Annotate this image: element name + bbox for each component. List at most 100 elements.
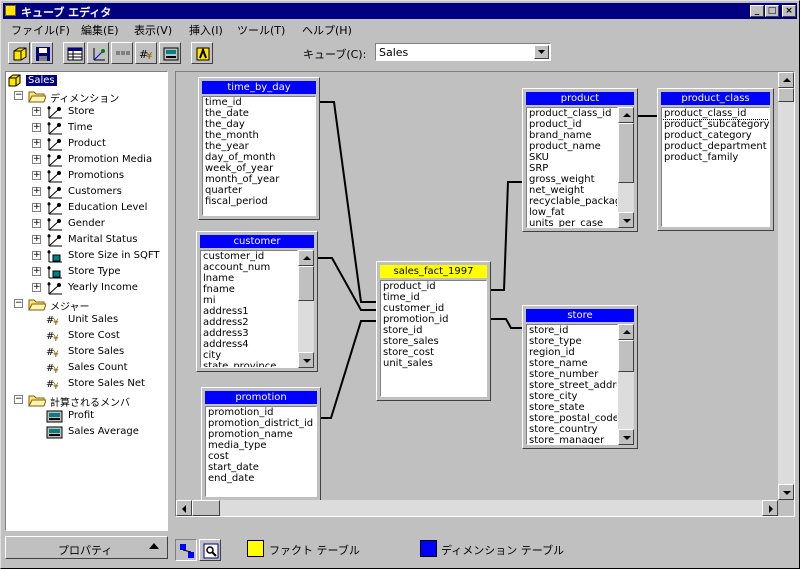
table-field[interactable]: quarter: [203, 185, 315, 196]
table-field[interactable]: address3: [201, 328, 297, 339]
table-field[interactable]: promotion_id: [206, 407, 316, 418]
expand-toggle-icon[interactable]: −: [14, 91, 23, 100]
scroll-down-button[interactable]: [778, 484, 794, 500]
table-field[interactable]: store_postal_code: [527, 413, 617, 424]
schema-canvas[interactable]: time_by_day time_id the_date the_day the_mo…: [175, 71, 795, 517]
scroll-down-button[interactable]: [298, 352, 314, 368]
table-field[interactable]: product_department: [662, 141, 769, 152]
scrollbar-thumb[interactable]: [618, 340, 634, 372]
expand-toggle-icon[interactable]: +: [32, 187, 41, 196]
calculated-member-button[interactable]: [159, 42, 181, 64]
table-field[interactable]: store_name: [527, 358, 617, 369]
table-field[interactable]: city: [201, 350, 297, 361]
tree-item-dimension[interactable]: + Gender: [32, 216, 166, 231]
table-field[interactable]: product_category: [662, 130, 769, 141]
menu-file[interactable]: ファイル(F): [11, 22, 70, 38]
menu-edit[interactable]: 編集(E): [81, 22, 119, 38]
dimension-button[interactable]: [87, 42, 109, 64]
tree-item-dimension[interactable]: + Store: [32, 104, 166, 119]
tree-item-dimension[interactable]: + Store Size in SQFT: [32, 248, 166, 263]
table-field[interactable]: end_date: [206, 473, 316, 484]
measure-button[interactable]: # ¥: [135, 42, 157, 64]
data-view-button[interactable]: [199, 539, 221, 561]
tree-item-dimension[interactable]: + Education Level: [32, 200, 166, 215]
table-field[interactable]: month_of_year: [203, 174, 315, 185]
expand-toggle-icon[interactable]: +: [32, 203, 41, 212]
table-field[interactable]: store_id: [381, 325, 486, 336]
maximize-button[interactable]: □: [765, 5, 779, 17]
table-field[interactable]: product_name: [527, 141, 617, 152]
table-field[interactable]: fiscal_period: [203, 196, 315, 207]
new-cube-button[interactable]: [8, 42, 30, 64]
table-field[interactable]: low_fat: [527, 207, 617, 218]
table-field[interactable]: recyclable_package: [527, 196, 617, 207]
scroll-down-button[interactable]: [618, 429, 634, 445]
tree-item-dimension[interactable]: + Product: [32, 136, 166, 151]
table-field[interactable]: store_street_address: [527, 380, 617, 391]
table-field[interactable]: start_date: [206, 462, 316, 473]
table-field[interactable]: the_month: [203, 130, 315, 141]
scrollbar-thumb[interactable]: [618, 123, 634, 183]
expand-toggle-icon[interactable]: −: [14, 395, 23, 404]
table-field[interactable]: mi: [201, 295, 297, 306]
tree-item-measure[interactable]: # ¥ Sales Count: [46, 360, 166, 375]
schema-view-button[interactable]: [175, 539, 197, 561]
field-list[interactable]: product_class_id product_subcategory produ…: [661, 107, 770, 227]
scrollbar-thumb[interactable]: [298, 266, 314, 301]
scroll-down-button[interactable]: [618, 212, 634, 228]
table-field[interactable]: account_num: [201, 262, 297, 273]
table-field[interactable]: address4: [201, 339, 297, 350]
table-field[interactable]: product_family: [662, 152, 769, 163]
field-list[interactable]: time_id the_date the_day the_month the_year d…: [202, 96, 316, 216]
tree-item-dimension[interactable]: + Yearly Income: [32, 280, 166, 295]
expand-toggle-icon[interactable]: +: [32, 235, 41, 244]
menu-insert[interactable]: 挿入(I): [189, 22, 223, 38]
vertical-scrollbar[interactable]: [298, 250, 314, 368]
table-store[interactable]: store store_id store_type region_id store_n…: [522, 305, 638, 449]
table-field[interactable]: promotion_id: [381, 314, 486, 325]
field-list[interactable]: customer_id account_num lname fname mi addres…: [200, 250, 298, 368]
scroll-up-button[interactable]: [298, 250, 314, 266]
tree-item-measure[interactable]: # ¥ Store Cost: [46, 328, 166, 343]
table-sales-fact-1997[interactable]: sales_fact_1997 product_id time_id custome…: [376, 261, 491, 401]
dropdown-arrow-icon[interactable]: [534, 45, 549, 59]
table-field[interactable]: customer_id: [381, 303, 486, 314]
expand-toggle-icon[interactable]: +: [32, 283, 41, 292]
table-field[interactable]: store_sales: [381, 336, 486, 347]
table-field[interactable]: store_city: [527, 391, 617, 402]
tree-item-dimension[interactable]: + Store Type: [32, 264, 166, 279]
table-field[interactable]: store_country: [527, 424, 617, 435]
table-field[interactable]: store_type: [527, 336, 617, 347]
table-field[interactable]: state_province: [201, 361, 297, 367]
tree-item-dimension[interactable]: + Promotion Media: [32, 152, 166, 167]
table-field[interactable]: product_id: [527, 119, 617, 130]
table-field[interactable]: customer_id: [201, 251, 297, 262]
field-list[interactable]: product_id time_id customer_id promotion_id…: [380, 280, 487, 397]
tree-item-measure[interactable]: # ¥ Store Sales: [46, 344, 166, 359]
tree-folder-calculated[interactable]: − 計算されるメンバ: [14, 392, 166, 409]
save-button[interactable]: [31, 42, 53, 64]
table-field[interactable]: SKU: [527, 152, 617, 163]
table-product[interactable]: product product_class_id product_id brand_…: [522, 88, 638, 232]
expand-toggle-icon[interactable]: +: [32, 107, 41, 116]
table-promotion[interactable]: promotion promotion_id promotion_district…: [201, 387, 321, 501]
table-field[interactable]: week_of_year: [203, 163, 315, 174]
tree-item-calculated[interactable]: Profit: [46, 408, 166, 423]
table-field[interactable]: store_cost: [381, 347, 486, 358]
expand-toggle-icon[interactable]: +: [32, 251, 41, 260]
field-list[interactable]: promotion_id promotion_district_id promoti…: [205, 406, 317, 497]
table-product-class[interactable]: product_class product_class_id product_su…: [657, 88, 774, 231]
table-field[interactable]: day_of_month: [203, 152, 315, 163]
tree-root[interactable]: Sales: [8, 73, 166, 88]
expand-toggle-icon[interactable]: +: [32, 123, 41, 132]
table-field[interactable]: store_id: [527, 325, 617, 336]
tree-folder-dimensions[interactable]: − ディメンション: [14, 88, 166, 105]
scroll-up-button[interactable]: [618, 107, 634, 123]
tree-item-dimension[interactable]: + Promotions: [32, 168, 166, 183]
table-field[interactable]: gross_weight: [527, 174, 617, 185]
expand-toggle-icon[interactable]: +: [32, 139, 41, 148]
tree-folder-measures[interactable]: − メジャー: [14, 296, 166, 313]
menu-help[interactable]: ヘルプ(H): [302, 22, 352, 38]
menu-view[interactable]: 表示(V): [134, 22, 172, 38]
table-field[interactable]: cost: [206, 451, 316, 462]
